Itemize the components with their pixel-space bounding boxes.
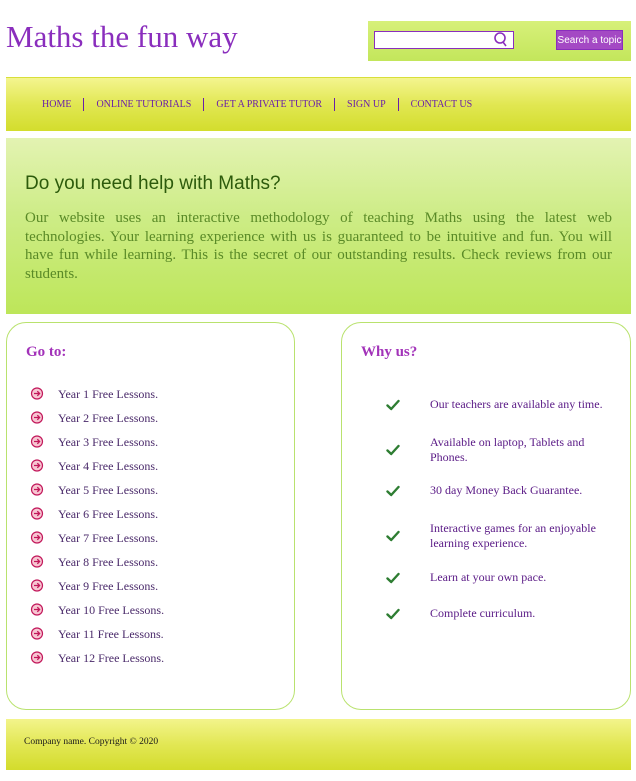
checkmark-icon [386, 530, 400, 542]
arrow-circle-icon [30, 555, 44, 568]
goto-link[interactable]: Year 9 Free Lessons. [58, 579, 158, 594]
why-text: Interactive games for an enjoyable learn… [430, 521, 596, 550]
goto-link[interactable]: Year 1 Free Lessons. [58, 387, 158, 402]
hero-banner: Do you need help with Maths? Our website… [6, 138, 631, 314]
nav-list: HOME ONLINE TUTORIALS GET A PRIVATE TUTO… [30, 78, 484, 131]
goto-panel: Go to: Year 1 Free Lessons. Year 2 Free L… [6, 322, 295, 710]
goto-link[interactable]: Year 8 Free Lessons. [58, 555, 158, 570]
checkmark-icon [386, 485, 400, 497]
checkmark-icon [386, 572, 400, 584]
arrow-circle-icon [30, 531, 44, 544]
why-text: Our teachers are available any time. [430, 397, 603, 411]
main-nav: HOME ONLINE TUTORIALS GET A PRIVATE TUTO… [6, 77, 631, 131]
footer-copyright: Company name. Copyright © 2020 [24, 737, 159, 747]
arrow-circle-icon [30, 435, 44, 448]
goto-link[interactable]: Year 3 Free Lessons. [58, 435, 158, 450]
search-button[interactable]: Search a topic [556, 30, 623, 50]
arrow-circle-icon [30, 507, 44, 520]
arrow-circle-icon [30, 483, 44, 496]
search-icon[interactable] [493, 31, 507, 47]
checkmark-icon [386, 399, 400, 411]
arrow-circle-icon [30, 627, 44, 640]
why-text: 30 day Money Back Guarantee. [430, 483, 583, 497]
checkmark-icon [386, 444, 400, 456]
nav-sign-up[interactable]: SIGN UP [334, 98, 398, 111]
arrow-circle-icon [30, 387, 44, 400]
nav-home[interactable]: HOME [30, 98, 83, 111]
hero-heading: Do you need help with Maths? [25, 173, 281, 194]
arrow-circle-icon [30, 651, 44, 664]
footer: Company name. Copyright © 2020 [6, 719, 631, 770]
goto-link[interactable]: Year 5 Free Lessons. [58, 483, 158, 498]
arrow-circle-icon [30, 579, 44, 592]
goto-link[interactable]: Year 2 Free Lessons. [58, 411, 158, 426]
goto-link[interactable]: Year 6 Free Lessons. [58, 507, 158, 522]
why-text: Complete curriculum. [430, 606, 536, 620]
goto-link[interactable]: Year 11 Free Lessons. [58, 627, 164, 642]
goto-title: Go to: [26, 344, 67, 360]
why-text: Available on laptop, Tablets and Phones. [430, 435, 585, 464]
goto-link[interactable]: Year 12 Free Lessons. [58, 651, 164, 666]
hero-text: Our website uses an interactive methodol… [25, 210, 612, 282]
arrow-circle-icon [30, 459, 44, 472]
nav-private-tutor[interactable]: GET A PRIVATE TUTOR [203, 98, 334, 111]
goto-link[interactable]: Year 10 Free Lessons. [58, 603, 164, 618]
site-title: Maths the fun way [6, 19, 238, 54]
nav-online-tutorials[interactable]: ONLINE TUTORIALS [83, 98, 203, 111]
checkmark-icon [386, 608, 400, 620]
search-box: Search a topic [368, 21, 631, 61]
nav-contact-us[interactable]: CONTACT US [397, 98, 485, 111]
why-title: Why us? [361, 344, 418, 360]
arrow-circle-icon [30, 603, 44, 616]
why-panel: Why us? Our teachers are available any t… [341, 322, 631, 710]
goto-link[interactable]: Year 7 Free Lessons. [58, 531, 158, 546]
why-text: Learn at your own pace. [430, 570, 547, 584]
arrow-circle-icon [30, 411, 44, 424]
goto-link[interactable]: Year 4 Free Lessons. [58, 459, 158, 474]
